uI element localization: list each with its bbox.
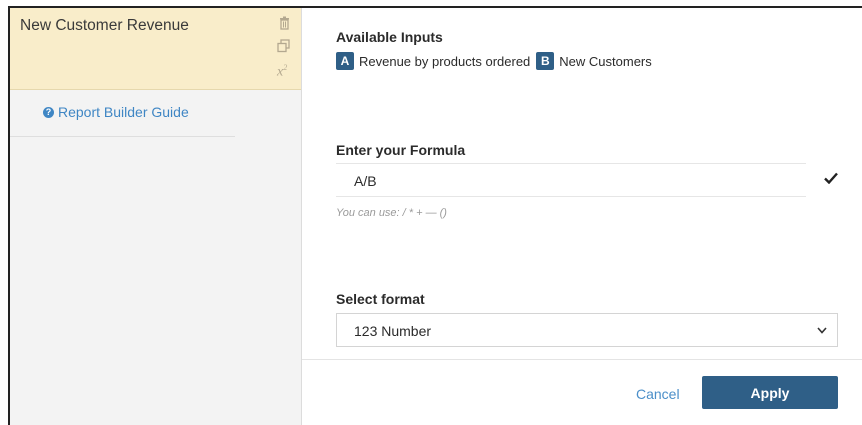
checkmark-icon bbox=[824, 172, 838, 184]
formula-editor: Available Inputs A Revenue by products o… bbox=[302, 8, 862, 425]
footer-divider bbox=[302, 359, 862, 360]
guide-link-label: Report Builder Guide bbox=[58, 104, 189, 120]
format-selected-value: 123 Number bbox=[354, 323, 432, 339]
available-inputs-list: A Revenue by products ordered B New Cust… bbox=[336, 52, 658, 70]
metric-title: New Customer Revenue bbox=[20, 17, 189, 34]
format-select[interactable]: 123 Number bbox=[336, 313, 838, 347]
formula-value: A/B bbox=[354, 173, 377, 189]
trash-icon[interactable] bbox=[279, 16, 290, 32]
duplicate-icon[interactable] bbox=[277, 39, 291, 55]
formula-hint: You can use: / * + — () bbox=[336, 207, 447, 219]
available-inputs-heading: Available Inputs bbox=[336, 29, 443, 45]
format-heading: Select format bbox=[336, 291, 425, 307]
sidebar: New Customer Revenue x2 ? Report Builder… bbox=[10, 8, 302, 425]
formula-heading: Enter your Formula bbox=[336, 142, 466, 158]
metric-card[interactable]: New Customer Revenue x2 bbox=[10, 8, 301, 90]
input-name-a: Revenue by products ordered bbox=[359, 53, 531, 69]
chevron-down-icon bbox=[817, 327, 827, 334]
sidebar-divider bbox=[10, 136, 235, 137]
report-builder-guide-link[interactable]: ? Report Builder Guide bbox=[43, 104, 189, 120]
cancel-button[interactable]: Cancel bbox=[636, 386, 680, 402]
input-badge-b: B bbox=[536, 52, 555, 70]
report-builder-panel: New Customer Revenue x2 ? Report Builder… bbox=[8, 6, 862, 425]
help-circle-icon: ? bbox=[43, 106, 54, 118]
formula-input[interactable]: A/B bbox=[336, 163, 806, 197]
superscript-icon[interactable]: x2 bbox=[277, 64, 287, 80]
input-badge-a: A bbox=[336, 52, 354, 70]
input-name-b: New Customers bbox=[559, 53, 652, 69]
apply-button[interactable]: Apply bbox=[702, 376, 838, 409]
